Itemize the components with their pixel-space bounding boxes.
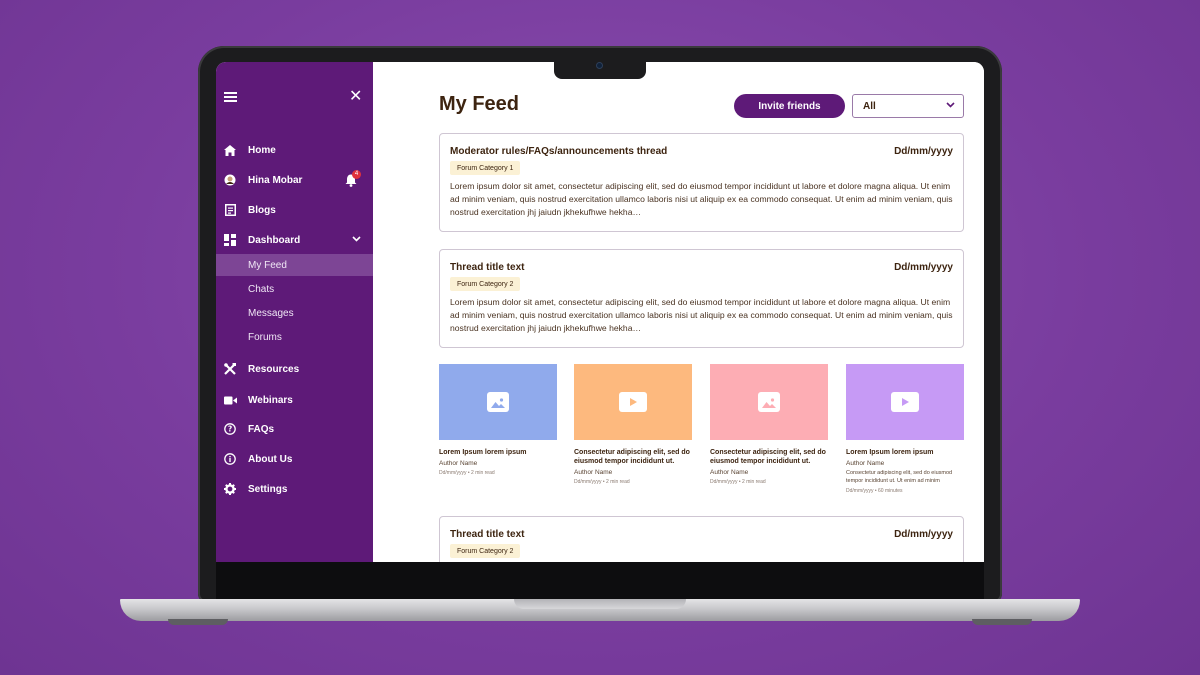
gear-icon [223, 482, 237, 496]
screen-bezel [216, 562, 984, 600]
sidebar-item-home[interactable]: Home [216, 139, 373, 161]
sidebar-item-label: Home [248, 144, 276, 156]
filter-value: All [863, 100, 876, 112]
post-card[interactable]: Moderator rules/FAQs/announcements threa… [439, 133, 964, 232]
laptop-foot [972, 619, 1032, 625]
avatar-icon [223, 173, 237, 187]
tile-description: Consectetur adipiscing elit, sed do eius… [846, 470, 953, 484]
main-content: My Feed Invite friends All Moderator rul… [373, 62, 984, 562]
tile-thumbnail[interactable] [846, 364, 964, 440]
chevron-down-icon[interactable] [352, 234, 361, 244]
category-chip[interactable]: Forum Category 1 [450, 161, 521, 175]
tile-title[interactable]: Consectetur adipiscing elit, sed do eius… [574, 448, 692, 466]
play-icon [891, 392, 919, 412]
tile-meta: Dd/mm/yyyy • 2 min read [439, 470, 495, 476]
post-title: Thread title text [450, 529, 525, 540]
sidebar-item-resources[interactable]: Resources [216, 358, 373, 380]
category-chip[interactable]: Forum Category 2 [450, 544, 521, 558]
sidebar-item-label: Settings [248, 483, 288, 495]
sidebar-item-faqs[interactable]: ? FAQs [216, 418, 373, 440]
post-date: Dd/mm/yyyy [894, 146, 953, 157]
laptop-foot [168, 619, 228, 625]
tile-author: Author Name [574, 469, 613, 476]
sidebar-item-label: Dashboard [248, 234, 301, 246]
laptop-hinge-notch [514, 599, 686, 609]
svg-text:?: ? [228, 425, 232, 434]
sidebar-subitem-forums[interactable]: Forums [216, 326, 373, 348]
sidebar-subitem-chats[interactable]: Chats [216, 278, 373, 300]
notification-badge: 4 [352, 170, 361, 179]
tile-author: Author Name [710, 469, 749, 476]
tile-author: Author Name [439, 460, 478, 467]
tile-title[interactable]: Lorem Ipsum lorem ipsum [439, 448, 557, 457]
media-tile[interactable]: Lorem Ipsum lorem ipsum Author Name Dd/m… [439, 364, 557, 476]
tile-title[interactable]: Consectetur adipiscing elit, sed do eius… [710, 448, 828, 466]
tile-thumbnail[interactable] [574, 364, 692, 440]
tile-title[interactable]: Lorem Ipsum lorem ipsum [846, 448, 964, 457]
tile-meta: Dd/mm/yyyy • 2 min read [710, 479, 766, 485]
camera-icon [596, 62, 603, 69]
sidebar-item-label: About Us [248, 453, 293, 465]
blog-icon [223, 203, 237, 217]
image-icon [758, 392, 780, 412]
post-date: Dd/mm/yyyy [894, 529, 953, 540]
home-icon [223, 143, 237, 157]
category-chip[interactable]: Forum Category 2 [450, 277, 521, 291]
sidebar-item-dashboard[interactable]: Dashboard [216, 229, 373, 251]
sidebar-item-label: FAQs [248, 423, 275, 435]
sidebar-item-label: Webinars [248, 394, 293, 406]
chevron-down-icon [946, 100, 955, 110]
media-tile[interactable]: Consectetur adipiscing elit, sed do eius… [710, 364, 828, 485]
tools-icon [223, 362, 237, 376]
sidebar-item-blogs[interactable]: Blogs [216, 199, 373, 221]
post-date: Dd/mm/yyyy [894, 262, 953, 273]
help-icon: ? [223, 422, 237, 436]
post-title: Thread title text [450, 262, 525, 273]
sidebar-item-settings[interactable]: Settings [216, 478, 373, 500]
filter-select[interactable]: All [852, 94, 964, 118]
tile-meta: Dd/mm/yyyy • 2 min read [574, 479, 630, 485]
invite-friends-button[interactable]: Invite friends [734, 94, 845, 118]
page-title: My Feed [439, 93, 520, 115]
hamburger-icon[interactable] [224, 92, 237, 102]
sidebar-item-label: Blogs [248, 204, 276, 216]
media-tile[interactable]: Lorem Ipsum lorem ipsum Author Name Cons… [846, 364, 964, 494]
sidebar-item-webinars[interactable]: Webinars [216, 389, 373, 411]
video-icon [223, 393, 237, 407]
tile-thumbnail[interactable] [710, 364, 828, 440]
image-icon [487, 392, 509, 412]
sidebar-item-label: Resources [248, 363, 300, 375]
sidebar-item-about-us[interactable]: About Us [216, 448, 373, 470]
tile-thumbnail[interactable] [439, 364, 557, 440]
sidebar-item-label: Hina Mobar [248, 174, 303, 186]
media-tile[interactable]: Consectetur adipiscing elit, sed do eius… [574, 364, 692, 485]
post-card[interactable]: Thread title text Dd/mm/yyyy Forum Categ… [439, 249, 964, 348]
info-icon [223, 452, 237, 466]
dashboard-icon [223, 233, 237, 247]
post-body: Lorem ipsum dolor sit amet, consectetur … [450, 181, 953, 217]
close-icon[interactable]: ✕ [349, 89, 362, 105]
post-body: Lorem ipsum dolor sit amet, consectetur … [450, 297, 953, 333]
post-card[interactable]: Thread title text Dd/mm/yyyy Forum Categ… [439, 516, 964, 562]
screen: ✕ Home Hina Mobar 4 Blogs Dashboard My F… [216, 62, 984, 562]
tile-author: Author Name [846, 460, 885, 467]
tile-meta: Dd/mm/yyyy • 60 minutes [846, 488, 903, 494]
sidebar-subitem-messages[interactable]: Messages [216, 302, 373, 324]
sidebar-subitem-my-feed[interactable]: My Feed [216, 254, 373, 276]
sidebar: ✕ Home Hina Mobar 4 Blogs Dashboard My F… [216, 62, 373, 562]
play-icon [619, 392, 647, 412]
post-title: Moderator rules/FAQs/announcements threa… [450, 146, 668, 157]
